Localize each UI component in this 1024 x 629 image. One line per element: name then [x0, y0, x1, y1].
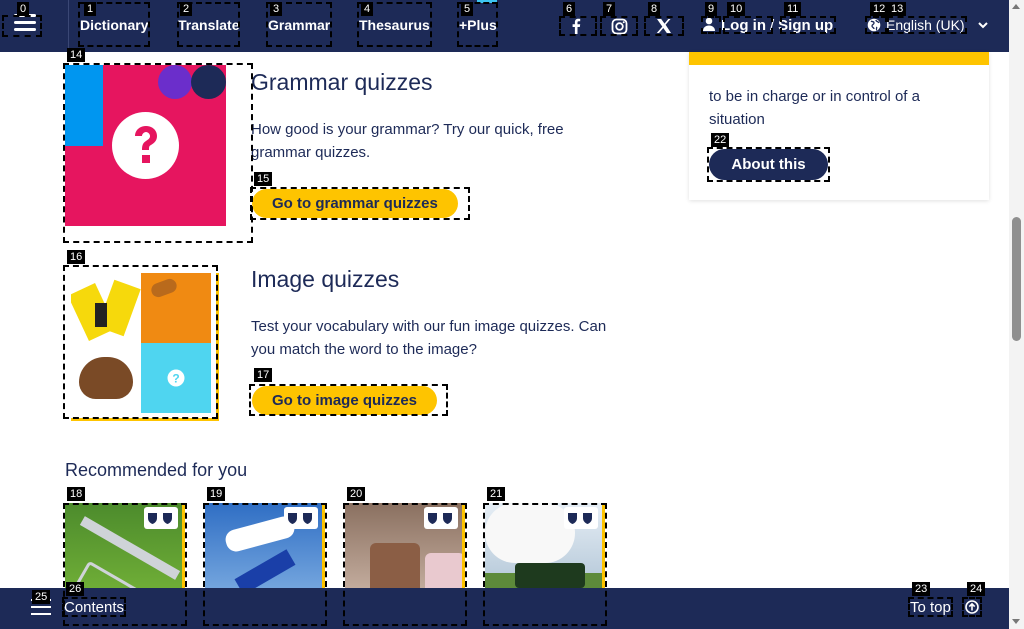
signup-label[interactable]: Sign up [778, 17, 833, 34]
recommended-title: Recommended for you [65, 460, 248, 480]
label-15: 15 [254, 172, 273, 186]
top-nav [0, 0, 1009, 52]
label-4: 4 [361, 2, 374, 16]
scrollbar-thumb[interactable] [1012, 217, 1021, 341]
menu-icon[interactable] [14, 14, 36, 32]
login-separator: / [770, 17, 775, 34]
label-22: 22 [711, 133, 730, 147]
label-7: 7 [603, 2, 616, 16]
contents-link[interactable]: Contents [64, 599, 124, 616]
card-accent [689, 52, 989, 65]
about-this-button[interactable]: About this [709, 149, 828, 180]
nav-divider [68, 0, 69, 52]
label-26: 26 [66, 582, 85, 596]
chevron-down-icon [977, 21, 988, 28]
nav-dictionary[interactable]: Dictionary [80, 17, 148, 33]
question-icon [112, 112, 179, 179]
scroll-up-arrow-icon[interactable] [1012, 4, 1020, 9]
grammar-quiz-desc: How good is your grammar? Try our quick,… [251, 121, 564, 161]
arrow-up-circle-icon[interactable] [965, 600, 979, 614]
login-label[interactable]: Log in [721, 17, 766, 34]
label-23: 23 [912, 582, 931, 596]
shield-icon [564, 507, 598, 529]
label-12: 12 [870, 2, 889, 16]
label-6: 6 [563, 2, 576, 16]
nav-grammar[interactable]: Grammar [268, 17, 330, 33]
grammar-quiz-title: Grammar quizzes [251, 69, 433, 95]
label-10: 10 [727, 2, 746, 16]
label-1: 1 [84, 2, 97, 16]
image-quiz-desc: Test your vocabulary with our fun image … [251, 318, 607, 358]
image-quiz-button[interactable]: Go to image quizzes [252, 386, 438, 415]
label-19: 19 [207, 487, 226, 501]
definition-text: to be in charge or in control of a situa… [709, 88, 920, 128]
language-label: English (UK) [886, 17, 965, 33]
label-16: 16 [67, 250, 86, 264]
facebook-icon[interactable] [565, 15, 587, 37]
label-21: 21 [487, 487, 506, 501]
question-icon: ? [141, 343, 211, 413]
grammar-quiz-button[interactable]: Go to grammar quizzes [252, 189, 458, 218]
svg-text:?: ? [172, 372, 179, 386]
label-24: 24 [967, 582, 986, 596]
label-8: 8 [648, 2, 661, 16]
shield-icon [424, 507, 458, 529]
nav-plus[interactable]: +Plus [459, 17, 497, 33]
to-top-link[interactable]: To top [910, 599, 951, 616]
user-icon [703, 17, 715, 31]
grammar-quiz-image[interactable] [65, 65, 226, 226]
shield-icon [144, 507, 178, 529]
label-20: 20 [347, 487, 366, 501]
label-17: 17 [254, 368, 273, 382]
label-25: 25 [32, 590, 51, 604]
label-9: 9 [705, 2, 718, 16]
image-quiz-image[interactable]: ? [71, 273, 219, 421]
scroll-down-arrow-icon[interactable] [1012, 619, 1020, 624]
nav-thesaurus[interactable]: Thesaurus [359, 17, 430, 33]
label-11: 11 [784, 2, 802, 16]
plus-accent-bar [477, 0, 497, 3]
shield-icon [284, 507, 318, 529]
page: Dictionary Translate Grammar Thesaurus +… [0, 0, 1024, 629]
login-link[interactable]: Log in / Sign up [703, 17, 833, 34]
globe-icon [867, 18, 881, 32]
label-5: 5 [461, 2, 474, 16]
language-selector[interactable]: English (UK) [867, 17, 988, 33]
x-icon[interactable] [653, 15, 675, 37]
label-14: 14 [67, 48, 86, 62]
bottom-bar [0, 588, 1009, 629]
nav-translate[interactable]: Translate [178, 17, 239, 33]
label-3: 3 [270, 2, 283, 16]
label-2: 2 [180, 2, 193, 16]
instagram-icon[interactable] [608, 15, 630, 37]
label-0: 0 [17, 2, 30, 16]
label-18: 18 [67, 487, 86, 501]
image-quiz-title: Image quizzes [251, 266, 400, 292]
label-13: 13 [888, 2, 907, 16]
